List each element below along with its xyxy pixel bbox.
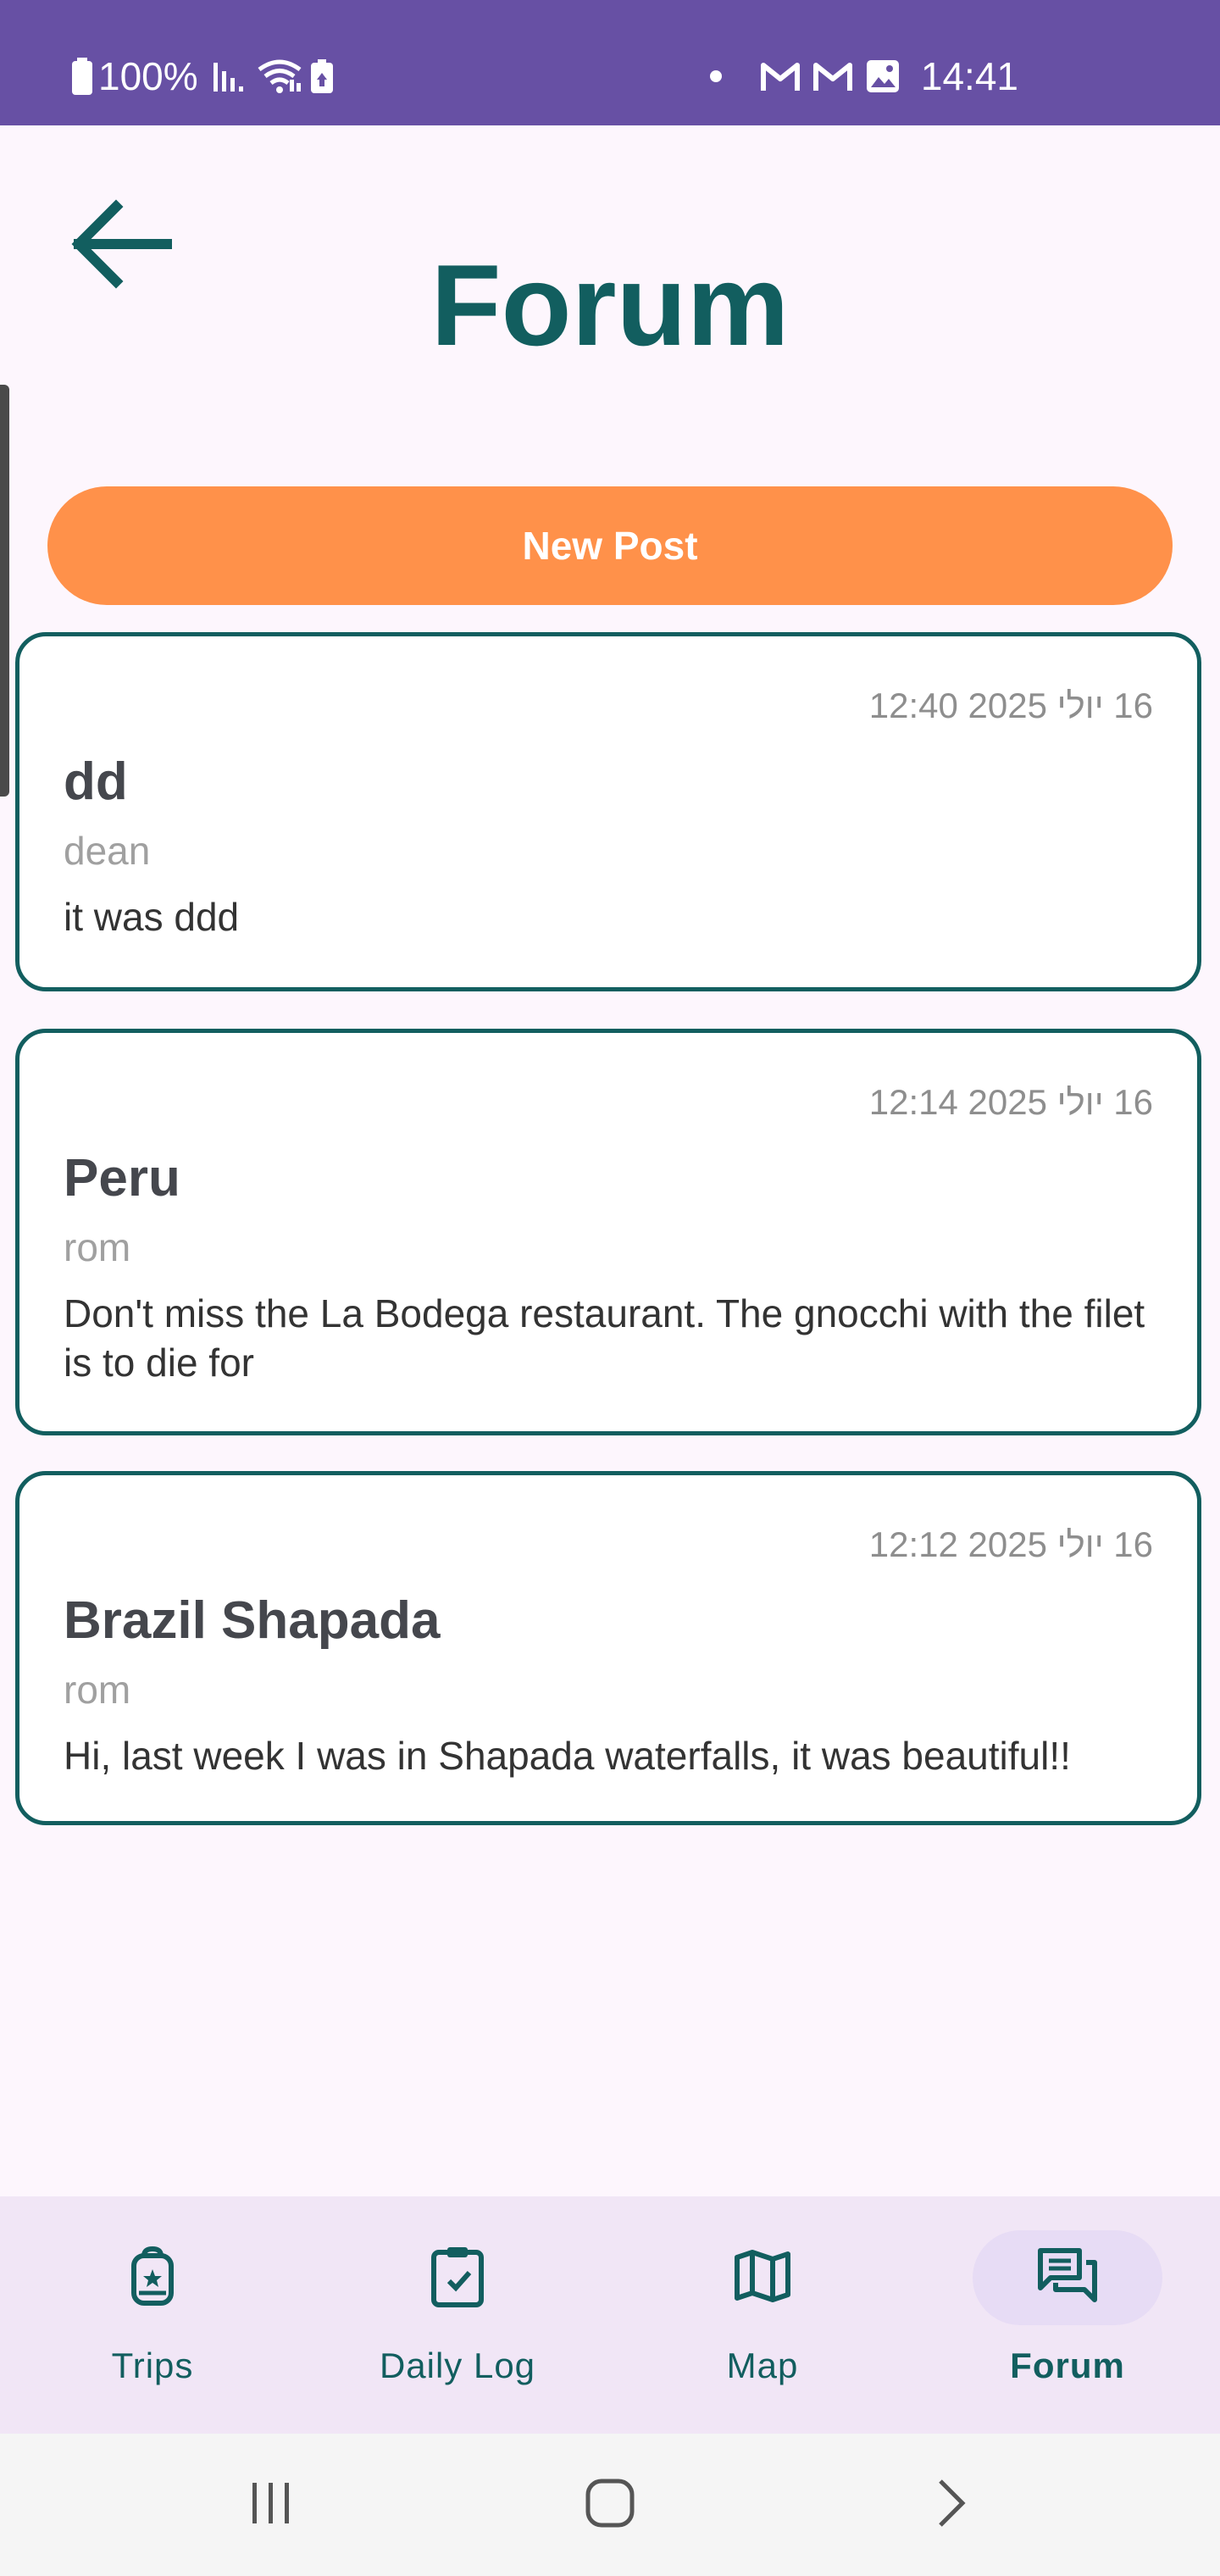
nav-pill <box>58 2230 247 2325</box>
post-card[interactable]: 16 יולי 2025 12:12 Brazil Shapada rom Hi… <box>15 1471 1201 1825</box>
post-body: Hi, last week I was in Shapada waterfall… <box>64 1734 1071 1778</box>
post-body: it was ddd <box>64 895 240 939</box>
post-date: 16 יולי 2025 12:12 <box>868 1524 1153 1564</box>
map-icon <box>732 2247 793 2309</box>
nav-label: Trips <box>111 2346 194 2385</box>
back-nav-button[interactable] <box>893 2462 1012 2547</box>
status-bar: 100% 14:41 <box>0 0 1220 125</box>
status-time: 14:41 <box>920 54 1018 98</box>
nav-item-forum[interactable]: Forum <box>915 2196 1220 2434</box>
home-button[interactable] <box>551 2462 669 2547</box>
backpack-icon <box>125 2246 180 2311</box>
post-author: rom <box>64 1668 131 1712</box>
bottom-nav: Trips Daily Log Map Forum <box>0 2196 1220 2434</box>
forum-icon <box>1035 2246 1100 2311</box>
nav-label: Forum <box>1010 2346 1125 2385</box>
home-icon <box>585 2478 635 2533</box>
nav-pill <box>668 2230 857 2325</box>
page-title: Forum <box>430 241 790 369</box>
nav-label: Map <box>726 2346 799 2385</box>
clipboard-check-icon <box>427 2244 488 2312</box>
battery-saver-icon <box>308 58 336 95</box>
battery-percent: 100% <box>98 54 198 98</box>
status-right: 14:41 <box>709 49 1018 103</box>
recent-apps-icon <box>246 2481 297 2529</box>
nav-pill <box>973 2230 1162 2325</box>
nav-item-map[interactable]: Map <box>610 2196 915 2434</box>
post-card[interactable]: 16 יולי 2025 12:14 Peru rom Don't miss t… <box>15 1029 1201 1435</box>
signal-icon <box>212 58 251 95</box>
recent-apps-button[interactable] <box>212 2462 330 2547</box>
post-title: Brazil Shapada <box>64 1591 441 1650</box>
edge-panel-handle[interactable] <box>0 385 9 797</box>
status-left: 100% <box>71 49 336 103</box>
gmail-icon <box>812 60 853 92</box>
system-nav-bar <box>0 2434 1220 2576</box>
post-date: 16 יולי 2025 12:40 <box>868 686 1153 725</box>
post-title: Peru <box>64 1149 180 1208</box>
post-author: dean <box>64 829 151 873</box>
post-date: 16 יולי 2025 12:14 <box>868 1082 1153 1122</box>
post-author: rom <box>64 1225 131 1269</box>
nav-item-trips[interactable]: Trips <box>0 2196 305 2434</box>
post-card[interactable]: 16 יולי 2025 12:40 dd dean it was ddd <box>15 632 1201 991</box>
post-body: Don't miss the La Bodega restaurant. The… <box>64 1291 1145 1385</box>
nav-pill <box>363 2230 552 2325</box>
new-post-button[interactable]: New Post <box>47 486 1173 605</box>
dot-icon <box>709 69 723 83</box>
chevron-right-icon <box>934 2478 971 2533</box>
post-title: dd <box>64 752 128 811</box>
gmail-icon <box>760 60 801 92</box>
wifi-icon <box>256 58 303 95</box>
nav-item-daily-log[interactable]: Daily Log <box>305 2196 610 2434</box>
nav-label: Daily Log <box>379 2346 536 2385</box>
battery-icon <box>71 58 93 95</box>
image-icon <box>865 58 901 94</box>
